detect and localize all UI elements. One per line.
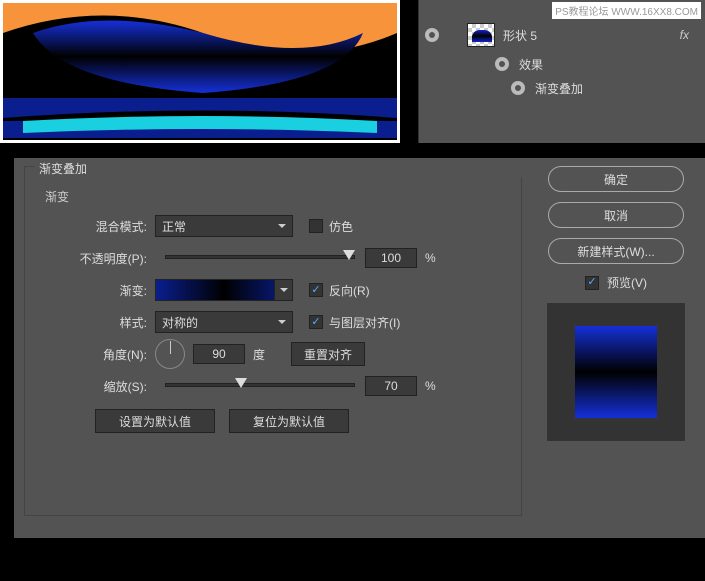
chevron-down-icon[interactable]	[274, 280, 292, 300]
unit-percent: %	[425, 251, 436, 265]
watermark: PS教程论坛 WWW.16XX8.COM	[552, 2, 701, 19]
scale-label: 缩放(S):	[25, 378, 155, 395]
preview-label: 预览(V)	[607, 274, 647, 291]
canvas-artwork	[0, 0, 400, 143]
gradient-picker[interactable]	[155, 279, 293, 301]
dialog-title: 渐变叠加	[35, 160, 531, 177]
unit-degree: 度	[253, 346, 265, 363]
cancel-button[interactable]: 取消	[548, 202, 684, 228]
set-default-button[interactable]: 设置为默认值	[95, 409, 215, 433]
ok-button[interactable]: 确定	[548, 166, 684, 192]
blend-mode-label: 混合模式:	[25, 218, 155, 235]
visibility-eye-icon[interactable]	[495, 57, 509, 71]
opacity-input[interactable]: 100	[365, 248, 417, 268]
section-label: 渐变	[45, 188, 521, 205]
unit-percent: %	[425, 379, 436, 393]
gradient-overlay-effect[interactable]: 渐变叠加	[535, 80, 583, 97]
scale-input[interactable]: 70	[365, 376, 417, 396]
opacity-label: 不透明度(P):	[25, 250, 155, 267]
opacity-slider[interactable]	[165, 255, 355, 261]
align-checkbox[interactable]	[309, 315, 323, 329]
layer-thumbnail[interactable]	[467, 23, 495, 47]
visibility-eye-icon[interactable]	[425, 28, 439, 42]
reset-default-button[interactable]: 复位为默认值	[229, 409, 349, 433]
layer-name[interactable]: 形状 5	[503, 27, 537, 44]
reverse-checkbox[interactable]	[309, 283, 323, 297]
layers-panel: PS教程论坛 WWW.16XX8.COM 形状 5 fx 效果 渐变叠加	[418, 0, 705, 143]
reverse-label: 反向(R)	[329, 282, 370, 299]
gradient-label: 渐变:	[25, 282, 155, 299]
layer-style-dialog: 渐变叠加 渐变 混合模式: 正常 仿色 不透明度(P): 100 % 渐变: 反…	[14, 158, 705, 538]
dither-label: 仿色	[329, 218, 353, 235]
preview-swatch	[547, 303, 685, 441]
angle-dial[interactable]	[155, 339, 185, 369]
effects-label: 效果	[519, 56, 543, 73]
reset-align-button[interactable]: 重置对齐	[291, 342, 365, 366]
dither-checkbox[interactable]	[309, 219, 323, 233]
fx-badge[interactable]: fx	[680, 28, 689, 42]
angle-input[interactable]: 90	[193, 344, 245, 364]
angle-label: 角度(N):	[25, 346, 155, 363]
blend-mode-select[interactable]: 正常	[155, 215, 293, 237]
scale-slider[interactable]	[165, 383, 355, 389]
style-label: 样式:	[25, 314, 155, 331]
visibility-eye-icon[interactable]	[511, 81, 525, 95]
preview-checkbox[interactable]	[585, 276, 599, 290]
style-select[interactable]: 对称的	[155, 311, 293, 333]
align-label: 与图层对齐(I)	[329, 314, 400, 331]
new-style-button[interactable]: 新建样式(W)...	[548, 238, 684, 264]
